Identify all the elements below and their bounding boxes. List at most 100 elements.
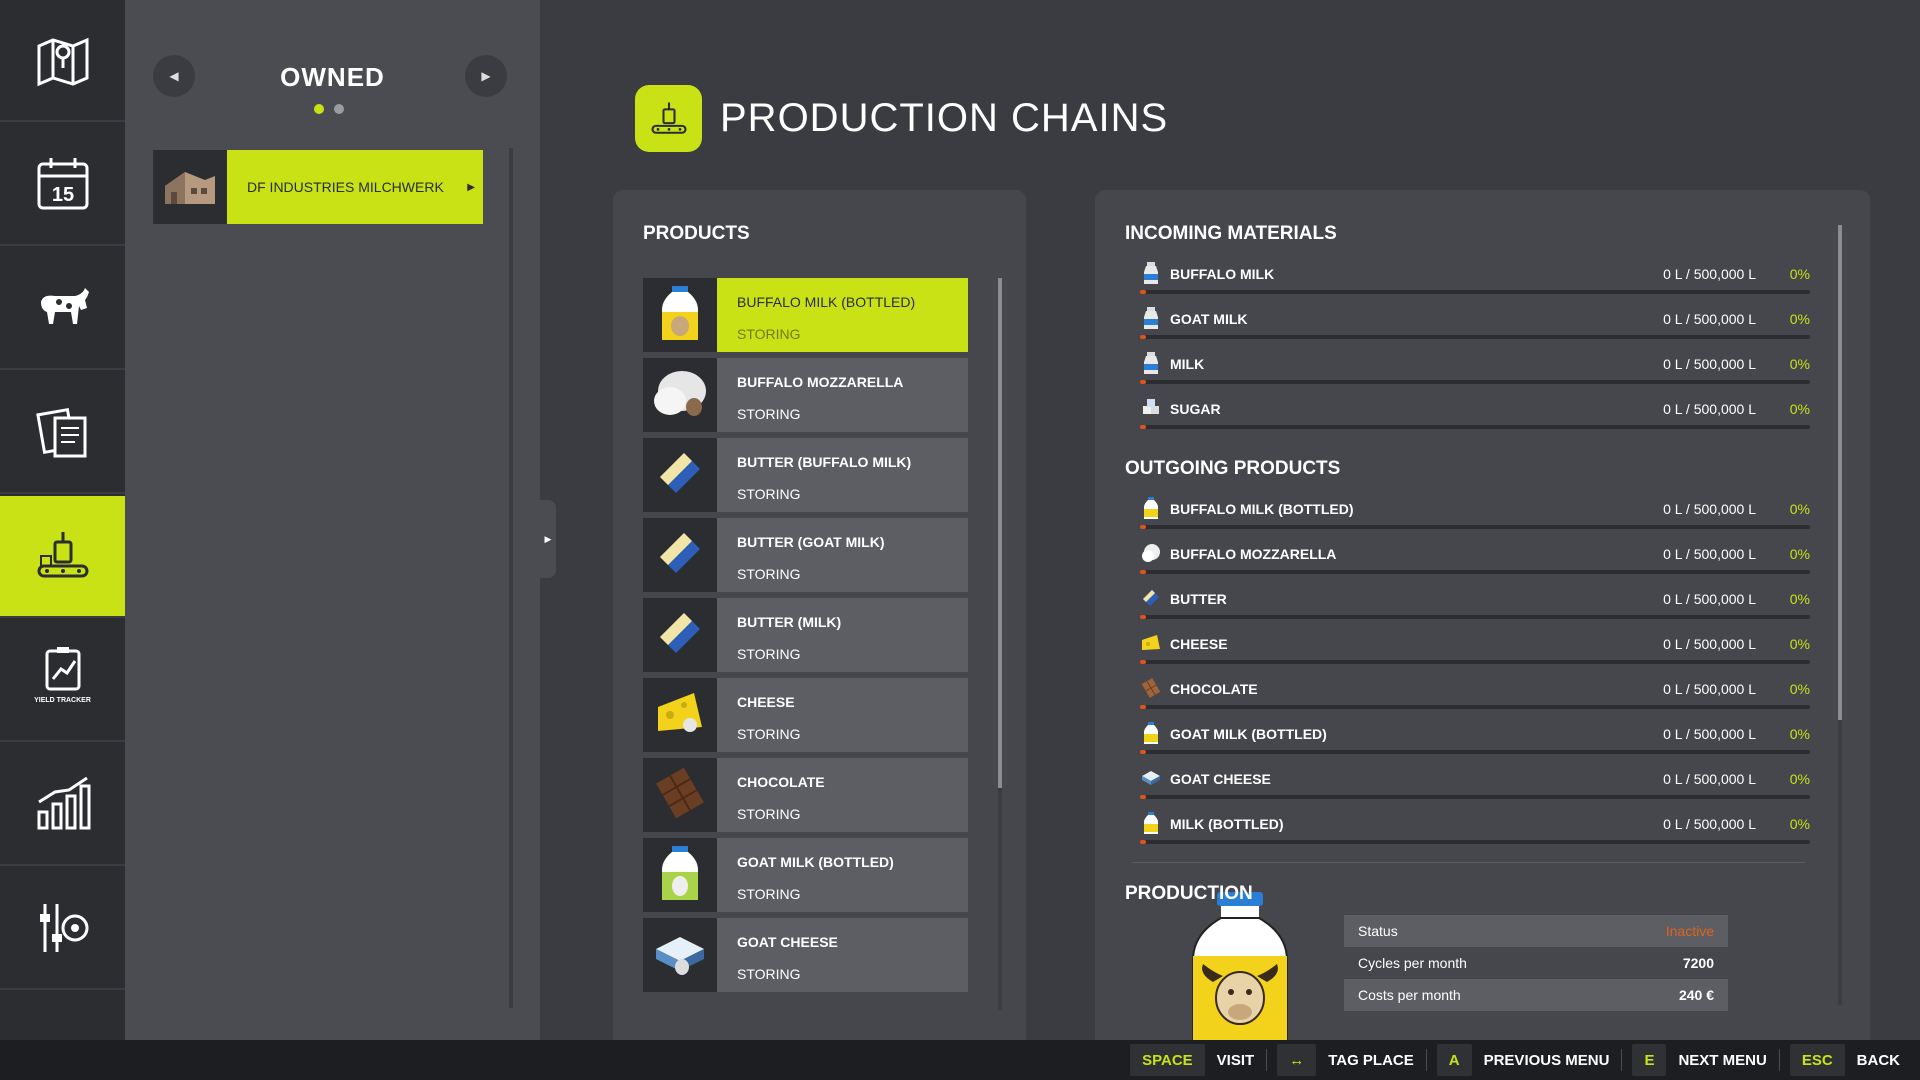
product-body: BUFFALO MOZZARELLA STORING bbox=[717, 358, 968, 432]
product-body: BUTTER (MILK) STORING bbox=[717, 598, 968, 672]
owned-item-milchwerk[interactable]: DF INDUSTRIES MILCHWERK ▶ bbox=[153, 150, 483, 224]
material-percent: 0% bbox=[1789, 726, 1810, 742]
outgoing-products-list: BUFFALO MILK (BOTTLED) 0 L / 500,000 L 0% B… bbox=[1140, 490, 1810, 850]
product-thumbnail bbox=[643, 358, 717, 432]
fill-level-bar bbox=[1140, 570, 1810, 574]
owned-panel: ◀ OWNED ▶ DF INDUSTRIES MILCHWERK ▶ bbox=[125, 0, 540, 1040]
products-scrollbar[interactable] bbox=[998, 278, 1002, 1010]
product-name: GOAT CHEESE bbox=[737, 934, 838, 950]
scrollbar-thumb[interactable] bbox=[998, 278, 1002, 788]
product-thumbnail bbox=[643, 438, 717, 512]
owned-item-label: DF INDUSTRIES MILCHWERK ▶ bbox=[227, 150, 483, 224]
calendar-icon: 15 bbox=[37, 158, 88, 210]
page-title: PRODUCTION CHAINS bbox=[720, 96, 1169, 140]
scrollbar-thumb[interactable] bbox=[1838, 225, 1842, 720]
incoming-materials-list: BUFFALO MILK 0 L / 500,000 L 0% GOAT MILK 0 … bbox=[1140, 255, 1810, 435]
butter-icon bbox=[654, 447, 706, 504]
material-percent: 0% bbox=[1789, 816, 1810, 832]
material-percent: 0% bbox=[1789, 591, 1810, 607]
product-body: CHEESE STORING bbox=[717, 678, 968, 752]
product-body: BUFFALO MILK (BOTTLED) STORING bbox=[717, 278, 968, 352]
cycles-row: Cycles per month 7200 bbox=[1344, 947, 1728, 979]
incoming-material-row: GOAT MILK 0 L / 500,000 L 0% bbox=[1140, 300, 1810, 345]
page-dot-1[interactable] bbox=[314, 104, 324, 114]
key-action-label: VISIT bbox=[1216, 1051, 1255, 1069]
material-percent: 0% bbox=[1789, 311, 1810, 327]
footer-keybar: SPACE VISIT ↔ TAG PLACE A PREVIOUS MENU E NEXT … bbox=[0, 1040, 1920, 1080]
footer-action-next-menu[interactable]: E NEXT MENU bbox=[1632, 1040, 1774, 1080]
cycles-label: Cycles per month bbox=[1358, 955, 1467, 971]
footer-action-previous-menu[interactable]: A PREVIOUS MENU bbox=[1436, 1040, 1618, 1080]
rail-item-contracts[interactable] bbox=[0, 372, 125, 494]
key-action-label: PREVIOUS MENU bbox=[1483, 1051, 1610, 1069]
rail-item-yield-tracker[interactable]: YIELD TRACKER bbox=[0, 620, 125, 742]
key-action-label: TAG PLACE bbox=[1328, 1051, 1414, 1069]
material-name: CHOCOLATE bbox=[1170, 681, 1258, 697]
materials-scrollbar[interactable] bbox=[1838, 225, 1842, 1005]
page-dot-2[interactable] bbox=[334, 104, 344, 114]
products-title: PRODUCTS bbox=[643, 223, 750, 244]
footer-action-tag-place[interactable]: ↔ TAG PLACE bbox=[1277, 1040, 1422, 1080]
material-amount: 0 L / 500,000 L bbox=[1663, 681, 1756, 697]
products-list: BUFFALO MILK (BOTTLED) STORING BUFFALO MOZ… bbox=[643, 278, 968, 1010]
footer-action-visit[interactable]: SPACE VISIT bbox=[1130, 1040, 1262, 1080]
product-state: STORING bbox=[737, 886, 801, 902]
material-amount: 0 L / 500,000 L bbox=[1663, 356, 1756, 372]
rail-item-calendar[interactable]: 15 bbox=[0, 124, 125, 246]
material-amount: 0 L / 500,000 L bbox=[1663, 771, 1756, 787]
product-state: STORING bbox=[737, 646, 801, 662]
buffalo-milk-bottle-icon bbox=[1192, 892, 1288, 1040]
material-amount: 0 L / 500,000 L bbox=[1663, 726, 1756, 742]
butter-icon bbox=[654, 527, 706, 584]
product-item[interactable]: CHOCOLATE STORING bbox=[643, 758, 968, 832]
rail-item-map[interactable] bbox=[0, 0, 125, 122]
product-item[interactable]: BUTTER (MILK) STORING bbox=[643, 598, 968, 672]
material-amount: 0 L / 500,000 L bbox=[1663, 266, 1756, 282]
footer-action-back[interactable]: ESC BACK bbox=[1789, 1040, 1908, 1080]
product-body: CHOCOLATE STORING bbox=[717, 758, 968, 832]
product-item[interactable]: CHEESE STORING bbox=[643, 678, 968, 752]
status-value: Inactive bbox=[1665, 923, 1714, 939]
material-name: BUTTER bbox=[1170, 591, 1227, 607]
rail-item-production[interactable] bbox=[0, 496, 135, 618]
product-item[interactable]: BUTTER (GOAT MILK) STORING bbox=[643, 518, 968, 592]
material-name: GOAT MILK (BOTTLED) bbox=[1170, 726, 1327, 742]
footer-separator bbox=[1621, 1049, 1623, 1071]
rail-item-animals[interactable] bbox=[0, 248, 125, 370]
material-amount: 0 L / 500,000 L bbox=[1663, 816, 1756, 832]
product-item[interactable]: BUTTER (BUFFALO MILK) STORING bbox=[643, 438, 968, 512]
production-chains-header-icon bbox=[635, 85, 702, 152]
product-item[interactable]: GOAT MILK (BOTTLED) STORING bbox=[643, 838, 968, 912]
bottle-icon bbox=[1140, 496, 1162, 520]
outgoing-product-row: MILK (BOTTLED) 0 L / 500,000 L 0% bbox=[1140, 805, 1810, 850]
product-item[interactable]: GOAT CHEESE STORING bbox=[643, 918, 968, 992]
key-hint: A bbox=[1436, 1044, 1472, 1076]
goat-cheese-icon bbox=[652, 927, 708, 984]
owned-item-name: DF INDUSTRIES MILCHWERK bbox=[247, 179, 444, 195]
outgoing-product-row: GOAT CHEESE 0 L / 500,000 L 0% bbox=[1140, 760, 1810, 805]
buffalo-milk-bottle-icon bbox=[660, 285, 700, 345]
incoming-material-row: MILK 0 L / 500,000 L 0% bbox=[1140, 345, 1810, 390]
collapse-panel-button[interactable]: ▶ bbox=[540, 500, 556, 578]
sugar-icon bbox=[1140, 396, 1162, 420]
chocolate-icon bbox=[1140, 676, 1162, 700]
product-thumbnail bbox=[643, 278, 717, 352]
product-item[interactable]: BUFFALO MOZZARELLA STORING bbox=[643, 358, 968, 432]
materials-panel: INCOMING MATERIALS BUFFALO MILK 0 L / 500… bbox=[1095, 190, 1870, 1040]
rail-item-settings[interactable] bbox=[0, 868, 125, 990]
bottle-icon bbox=[1140, 811, 1162, 835]
product-item[interactable]: BUFFALO MILK (BOTTLED) STORING bbox=[643, 278, 968, 352]
incoming-material-row: BUFFALO MILK 0 L / 500,000 L 0% bbox=[1140, 255, 1810, 300]
material-percent: 0% bbox=[1789, 771, 1810, 787]
incoming-material-row: SUGAR 0 L / 500,000 L 0% bbox=[1140, 390, 1810, 435]
material-name: BUFFALO MILK (BOTTLED) bbox=[1170, 501, 1354, 517]
cheese-icon bbox=[1140, 631, 1162, 655]
product-state: STORING bbox=[737, 566, 801, 582]
outgoing-products-title: OUTGOING PRODUCTS bbox=[1125, 458, 1341, 479]
rail-item-statistics[interactable] bbox=[0, 744, 125, 866]
next-page-button[interactable]: ▶ bbox=[465, 55, 507, 97]
fill-level-bar bbox=[1140, 750, 1810, 754]
material-name: GOAT CHEESE bbox=[1170, 771, 1271, 787]
fill-level-bar bbox=[1140, 380, 1810, 384]
owned-scrollbar[interactable] bbox=[509, 148, 513, 1008]
